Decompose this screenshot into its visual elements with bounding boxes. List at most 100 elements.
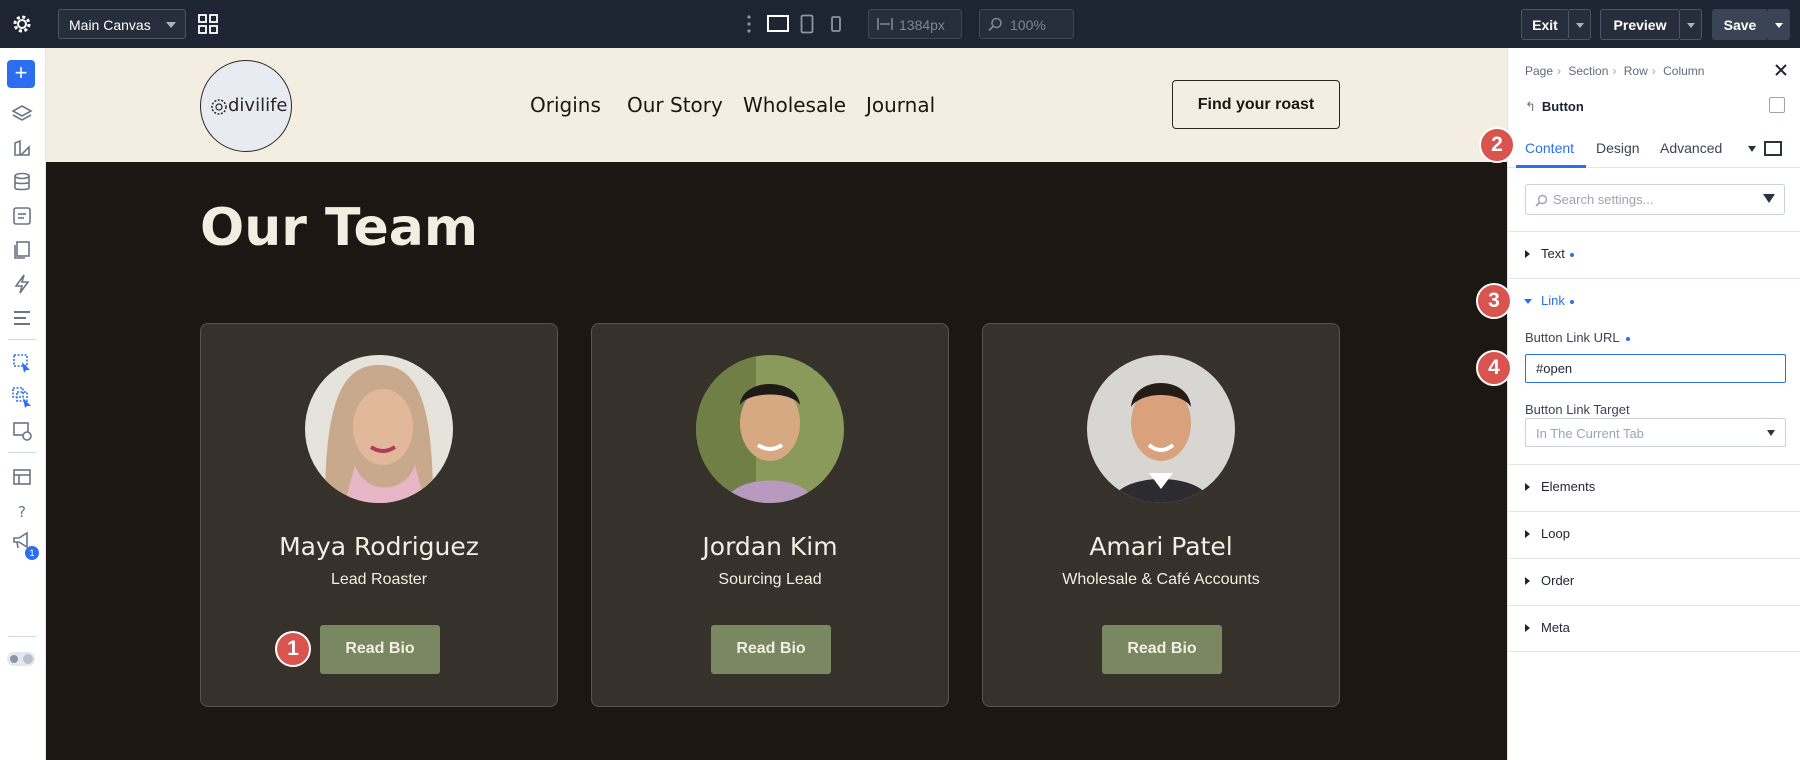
team-member-role: Sourcing Lead [718, 571, 822, 588]
filter-icon[interactable] [1763, 194, 1775, 203]
element-settings-icon[interactable] [11, 420, 33, 442]
panel-title-text: Button [1541, 99, 1584, 114]
exit-options-button[interactable] [1569, 9, 1591, 40]
read-bio-button[interactable]: Read Bio [1102, 625, 1222, 674]
breadcrumb-column[interactable]: Column [1663, 64, 1704, 78]
read-bio-button[interactable]: Read Bio [320, 625, 440, 674]
search-placeholder: Search settings... [1553, 192, 1654, 207]
chevron-down-icon [166, 22, 176, 28]
tab-design[interactable]: Design [1596, 140, 1640, 156]
save-button[interactable]: Save [1712, 9, 1768, 40]
nav-origins[interactable]: Origins [530, 93, 601, 117]
nav-wholesale[interactable]: Wholesale [743, 93, 846, 117]
sidebar-divider [8, 339, 36, 340]
theme-builder-icon[interactable] [11, 137, 33, 159]
layers-icon[interactable] [11, 103, 33, 125]
team-photo [696, 355, 844, 503]
settings-group-elements[interactable]: Elements [1508, 464, 1800, 511]
team-photo [1087, 355, 1235, 503]
form-icon[interactable] [11, 205, 33, 227]
link-url-input[interactable] [1525, 354, 1786, 383]
settings-search-input[interactable]: Search settings... [1525, 184, 1785, 215]
close-icon[interactable] [1774, 63, 1788, 77]
link-target-select[interactable]: In The Current Tab [1525, 418, 1786, 447]
chevron-down-icon [1767, 430, 1775, 436]
breadcrumb-separator: › [1651, 64, 1656, 78]
nav-journal[interactable]: Journal [866, 93, 935, 117]
group-label: Text [1541, 246, 1574, 261]
canvas-select[interactable]: Main Canvas [58, 9, 186, 39]
settings-group-text[interactable]: Text [1508, 231, 1800, 278]
more-options-icon[interactable] [747, 14, 751, 34]
help-icon[interactable]: ? [11, 500, 33, 522]
canvas-width-field[interactable]: 1384px [868, 9, 962, 39]
lightning-icon[interactable] [11, 273, 33, 295]
chevron-right-icon [1525, 530, 1530, 538]
module-options-icon[interactable] [1769, 97, 1785, 113]
zoom-field[interactable]: 100% [979, 9, 1074, 39]
group-label-text: Link [1541, 293, 1565, 308]
settings-group-meta[interactable]: Meta [1508, 605, 1800, 652]
multi-select-icon[interactable] [11, 386, 33, 408]
find-your-roast-button[interactable]: Find your roast [1172, 80, 1340, 129]
team-member-name: Jordan Kim [702, 532, 838, 561]
link-target-label: Button Link Target [1525, 402, 1630, 417]
zoom-icon [988, 17, 1002, 32]
tab-advanced[interactable]: Advanced [1660, 140, 1722, 156]
left-sidebar: + ? 1 [0, 48, 46, 760]
step-marker-2: 2 [1479, 127, 1515, 163]
preset-box-icon[interactable] [1764, 141, 1782, 156]
team-card: Jordan Kim Sourcing Lead Read Bio [591, 323, 949, 707]
chevron-down-icon [1576, 23, 1584, 28]
builder-canvas: divilife Origins Our Story Wholesale Jou… [46, 48, 1507, 760]
team-photo [305, 355, 453, 503]
group-label: Loop [1541, 526, 1570, 541]
tab-content[interactable]: Content [1525, 140, 1574, 156]
breadcrumb-separator: › [1612, 64, 1617, 78]
save-options-button[interactable] [1768, 9, 1790, 40]
breadcrumb-section[interactable]: Section [1568, 64, 1608, 78]
chevron-down-icon [1687, 23, 1695, 28]
tablet-view-icon[interactable] [800, 14, 814, 34]
back-arrow-icon[interactable]: ↰ [1525, 99, 1536, 114]
read-bio-button[interactable]: Read Bio [711, 625, 831, 674]
add-element-button[interactable]: + [7, 60, 35, 88]
breadcrumb-row[interactable]: Row [1624, 64, 1648, 78]
preview-button[interactable]: Preview [1600, 9, 1680, 40]
grid-view-icon[interactable] [198, 14, 218, 34]
chevron-down-icon[interactable] [1748, 146, 1756, 152]
desktop-view-icon[interactable] [767, 14, 789, 34]
modified-dot [1625, 336, 1630, 341]
phone-view-icon[interactable] [830, 14, 842, 34]
portrait-image [305, 355, 453, 503]
zoom-value: 100% [1010, 17, 1046, 33]
step-marker-4: 4 [1476, 350, 1512, 386]
team-member-name: Amari Patel [1089, 532, 1233, 561]
wireframe-icon[interactable] [11, 307, 33, 329]
panel-title: ↰ Button [1525, 99, 1584, 115]
step-marker-3: 3 [1476, 283, 1512, 319]
breadcrumb-page[interactable]: Page [1525, 64, 1553, 78]
settings-panel: Page › Section › Row › Column ↰ Button Conte… [1507, 48, 1800, 760]
link-url-label: Button Link URL [1525, 330, 1630, 345]
group-label[interactable]: Link [1541, 293, 1574, 308]
gear-icon[interactable] [10, 12, 34, 36]
chevron-right-icon [1525, 250, 1530, 258]
link-target-value: In The Current Tab [1536, 426, 1644, 441]
logo-text: divilife [228, 95, 288, 116]
database-icon[interactable] [11, 171, 33, 193]
settings-group-loop[interactable]: Loop [1508, 511, 1800, 558]
active-tab-indicator [1516, 165, 1586, 168]
pages-icon[interactable] [11, 239, 33, 261]
library-icon[interactable] [11, 466, 33, 488]
sidebar-divider [8, 452, 36, 453]
exit-button[interactable]: Exit [1521, 9, 1569, 40]
select-element-icon[interactable] [11, 352, 33, 374]
group-label: Meta [1541, 620, 1570, 635]
settings-group-order[interactable]: Order [1508, 558, 1800, 605]
dark-mode-toggle[interactable] [7, 652, 35, 666]
chevron-down-icon[interactable] [1524, 299, 1532, 304]
nav-our-story[interactable]: Our Story [627, 93, 723, 117]
site-logo[interactable]: divilife [200, 60, 292, 152]
preview-options-button[interactable] [1680, 9, 1702, 40]
